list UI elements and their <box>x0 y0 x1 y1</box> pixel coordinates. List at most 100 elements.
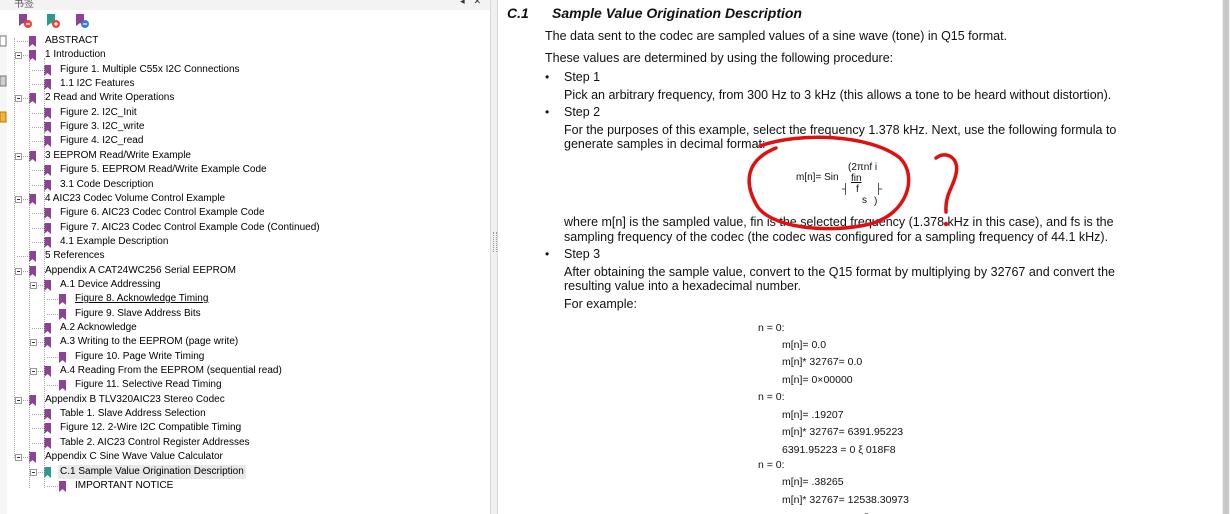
bookmark-icon <box>44 337 51 348</box>
bookmark-icon <box>59 294 66 305</box>
bookmark-label: 5 References <box>45 250 105 261</box>
intro-paragraph: The data sent to the codec are sampled v… <box>545 29 1008 43</box>
bookmark-label: C.1 Sample Value Origination Description <box>58 465 246 479</box>
bookmark-label: 2 Read and Write Operations <box>45 92 175 103</box>
formula-bar-left: ┤ <box>842 184 850 195</box>
example-line: m[n]* 32767= 12538.30973 <box>782 494 909 506</box>
example-line: m[n]= 0.0 <box>782 339 827 351</box>
step3-text-line2: resulting value into a hexadecimal numbe… <box>564 279 801 293</box>
bookmark-label: A.3 Writing to the EEPROM (page write) <box>60 336 239 347</box>
bookmark-icon <box>44 79 51 90</box>
step2-title: Step 2 <box>564 105 601 119</box>
formula-top: (2πnf i <box>848 162 878 173</box>
bookmark-icon <box>44 423 51 434</box>
bookmark-icon <box>29 194 36 205</box>
collapse-toggle-icon[interactable] <box>15 95 22 102</box>
collapse-toggle-icon[interactable] <box>30 282 37 289</box>
bookmark-label: Figure 2. I2C_Init <box>60 107 137 118</box>
formula-bottom: f <box>856 184 859 195</box>
bookmark-label: Appendix C Sine Wave Value Calculator <box>45 451 223 462</box>
collapse-toggle-icon[interactable] <box>30 469 37 476</box>
bookmark-icon <box>44 165 51 176</box>
bookmark-icon <box>44 136 51 147</box>
document-page: C.1 Sample Value Origination Description… <box>498 0 1222 514</box>
tree-connector <box>32 70 43 71</box>
tree-connector <box>32 127 43 128</box>
tree-connector <box>32 443 43 444</box>
collapse-toggle-icon[interactable] <box>15 196 22 203</box>
tree-guide-line <box>14 38 15 458</box>
bookmark-label: Figure 11. Selective Read Timing <box>75 379 222 390</box>
tree-connector <box>32 141 43 142</box>
example-line: n = 0: <box>758 391 785 403</box>
tree-connector <box>32 170 43 171</box>
example-label: For example: <box>564 297 637 311</box>
example-line: 6391.95223 = 0 ξ 018F8 <box>782 444 896 456</box>
bookmark-label: Table 1. Slave Address Selection <box>60 408 206 419</box>
bookmark-label: Figure 5. EEPROM Read/Write Example Code <box>60 164 267 175</box>
bookmark-icon <box>29 395 36 406</box>
tree-connector <box>32 328 43 329</box>
bookmark-label: 1.1 I2C Features <box>60 78 135 89</box>
bookmark-label: 4.1 Example Description <box>60 236 169 247</box>
section-title: Sample Value Origination Description <box>552 5 802 21</box>
formula-fin: fin <box>851 173 862 184</box>
formula-bar-right: ├ <box>875 184 883 195</box>
bookmark-label: Figure 8. Acknowledge Timing <box>75 293 209 304</box>
bookmark-icon <box>29 251 36 262</box>
tree-connector <box>47 357 58 358</box>
bookmarks-panel: 书签 ◂ ✕ ABSTRACT 1 Introduction Figure 1.… <box>0 0 490 514</box>
bookmark-icon <box>44 208 51 219</box>
tree-connector <box>32 428 43 429</box>
bookmark-icon <box>59 481 66 492</box>
bookmark-label: Figure 6. AIC23 Codec Control Example Co… <box>60 207 265 218</box>
tree-connector <box>47 299 58 300</box>
example-line: m[n]* 32767= 6391.95223 <box>782 426 904 438</box>
tree-connector <box>32 242 43 243</box>
example-line: m[n]= 0×00000 <box>782 374 853 386</box>
tree-connector <box>17 256 28 257</box>
step1-text: Pick an arbitrary frequency, from 300 Hz… <box>564 88 1112 102</box>
bookmark-label: Appendix A CAT24WC256 Serial EEPROM <box>45 265 237 276</box>
example-line: n = 0: <box>758 322 785 334</box>
tree-connector <box>32 84 43 85</box>
step2-after-line2: sampling frequency of the codec (the cod… <box>564 230 1109 244</box>
bookmark-label: Figure 10. Page Write Timing <box>75 351 205 362</box>
bookmark-icon <box>29 93 36 104</box>
bookmark-icon <box>44 122 51 133</box>
example-line: n = 0: <box>758 459 785 471</box>
collapse-toggle-icon[interactable] <box>30 339 37 346</box>
collapse-toggle-icon[interactable] <box>15 397 22 404</box>
bookmark-label: 4 AIC23 Codec Volume Control Example <box>45 193 226 204</box>
collapse-toggle-icon[interactable] <box>30 368 37 375</box>
bookmark-label: Figure 7. AIC23 Codec Control Example Co… <box>60 222 320 233</box>
tree-guide-line <box>44 58 45 488</box>
scrollbar-thumb[interactable] <box>1223 0 1229 514</box>
bookmark-tree: ABSTRACT 1 Introduction Figure 1. Multiple… <box>0 0 490 514</box>
tree-connector <box>32 213 43 214</box>
bookmark-icon <box>29 151 36 162</box>
collapse-toggle-icon[interactable] <box>15 153 22 160</box>
bookmark-icon <box>44 65 51 76</box>
bookmark-label: Figure 3. I2C_write <box>60 121 145 132</box>
step2-after-line1: where m[n] is the sampled value, fin is … <box>564 215 1114 229</box>
splitter-grip[interactable] <box>493 232 497 252</box>
bookmark-label: Table 2. AIC23 Control Register Addresse… <box>60 437 250 448</box>
bookmark-icon <box>29 36 36 47</box>
document-scrollbar[interactable] <box>1222 0 1230 514</box>
bookmark-icon <box>44 366 51 377</box>
bookmark-label: ABSTRACT <box>45 35 99 46</box>
collapse-toggle-icon[interactable] <box>15 454 22 461</box>
formula-lhs: m[n]= Sin <box>796 172 839 183</box>
step1-title: Step 1 <box>564 70 601 84</box>
bookmark-label: Figure 4. I2C_read <box>60 135 144 146</box>
bookmark-label: Figure 1. Multiple C55x I2C Connections <box>60 64 240 75</box>
tree-connector <box>32 228 43 229</box>
example-line: m[n]= .19207 <box>782 409 844 421</box>
bullet: • <box>545 105 550 119</box>
collapse-toggle-icon[interactable] <box>15 268 22 275</box>
bookmark-label: A.4 Reading From the EEPROM (sequential … <box>60 365 282 376</box>
collapse-toggle-icon[interactable] <box>15 52 22 59</box>
pane-splitter[interactable] <box>490 0 498 514</box>
step2-text-line1: For the purposes of this example, select… <box>564 123 1117 137</box>
